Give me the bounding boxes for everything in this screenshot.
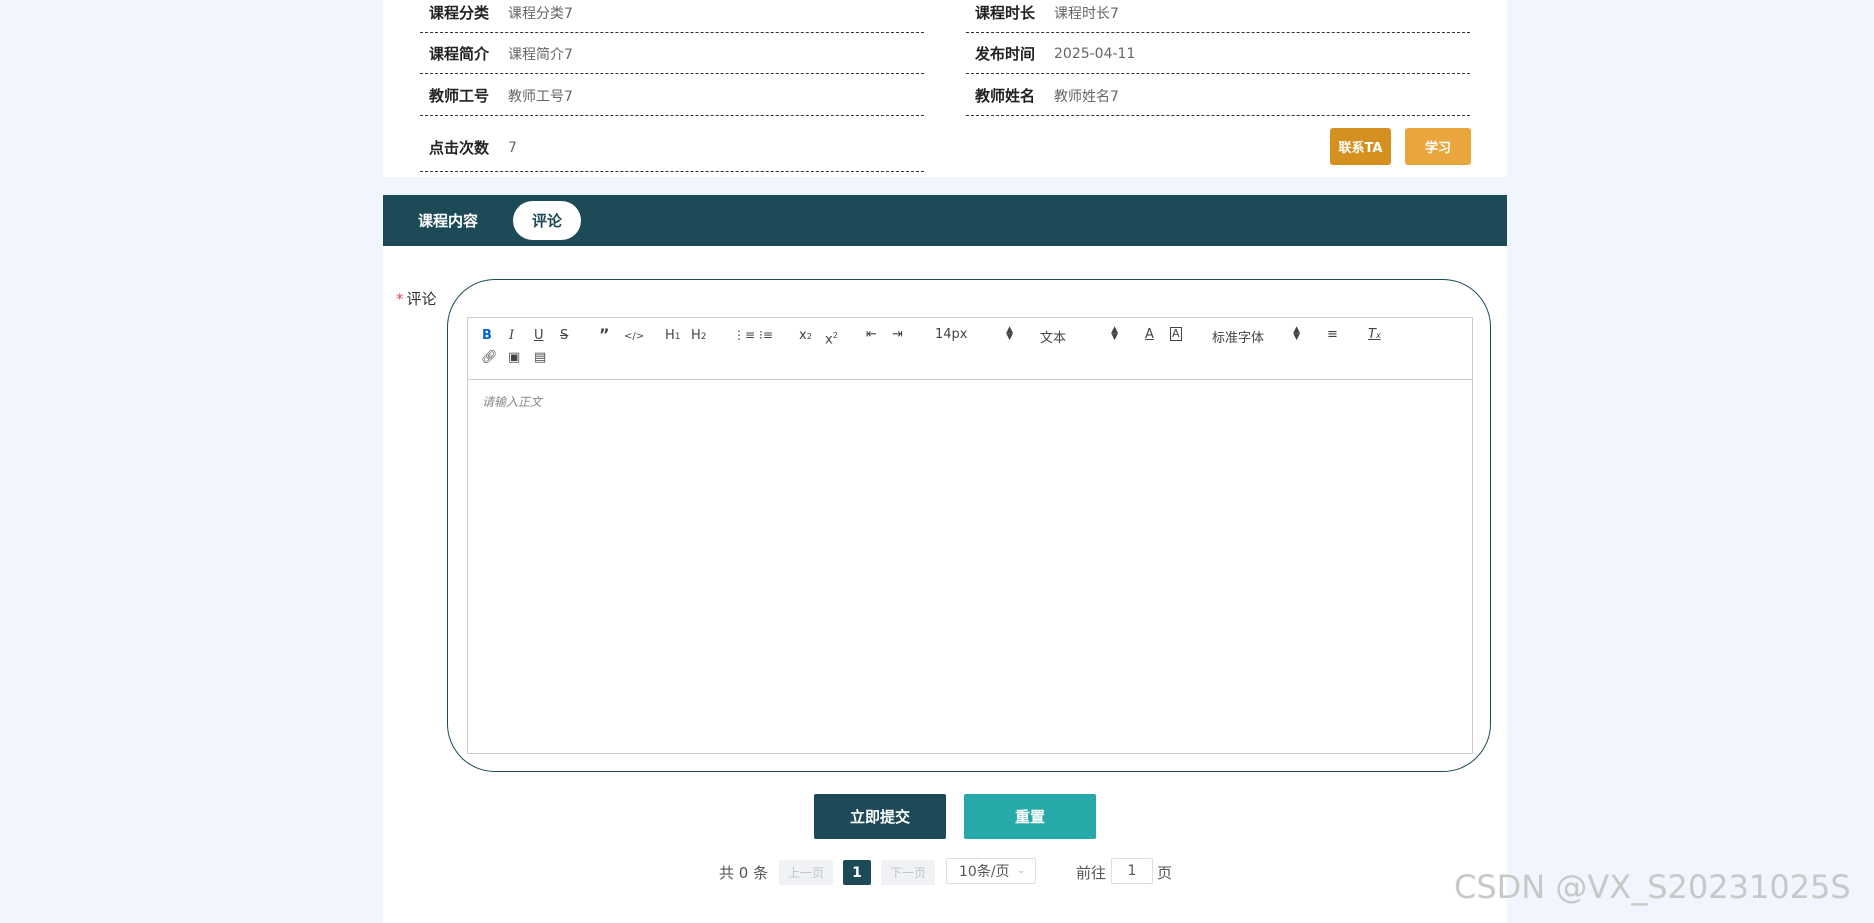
- info-value: 课程分类7: [508, 5, 573, 22]
- image-icon[interactable]: ▣: [508, 350, 520, 366]
- indent-icon[interactable]: ⇥: [892, 327, 903, 343]
- watermark: CSDN @VX_S20231025S: [1454, 868, 1851, 906]
- info-row-duration: 课程时长 课程时长7: [966, 0, 1470, 33]
- tab-comments[interactable]: 评论: [513, 201, 581, 240]
- bullet-list-icon[interactable]: ⁝≡: [759, 327, 773, 343]
- info-row-teacher-id: 教师工号 教师工号7: [420, 76, 924, 116]
- rich-text-editor: B I U S ” </> H1 H2 ⋮≡ ⁝≡ x2 x2 ⇤ ⇥ 14px…: [467, 317, 1473, 754]
- italic-icon[interactable]: I: [509, 328, 514, 344]
- info-label: 发布时间: [975, 45, 1036, 63]
- reset-button[interactable]: 重置: [964, 794, 1096, 839]
- goto-suffix: 页: [1157, 864, 1173, 882]
- submit-button[interactable]: 立即提交: [814, 794, 946, 839]
- bold-icon[interactable]: B: [482, 328, 492, 344]
- header-value: 文本: [1040, 331, 1067, 346]
- code-block-icon[interactable]: </>: [624, 329, 644, 345]
- current-page[interactable]: 1: [843, 860, 871, 885]
- subscript-icon[interactable]: x2: [799, 328, 812, 345]
- font-family-picker[interactable]: 标准字体 ▲ ▼: [1212, 325, 1300, 347]
- header-picker[interactable]: 文本 ▲ ▼: [1040, 325, 1118, 347]
- pagination-total: 共 0 条: [719, 864, 769, 882]
- info-value: 2025-04-11: [1054, 45, 1136, 62]
- course-info: 课程分类 课程分类7 课程简介 课程简介7 教师工号 教师工号7 点击次数 7 …: [383, 0, 1507, 177]
- chevron-updown-icon: ▲ ▼: [1111, 325, 1118, 342]
- comment-label: * 评论: [396, 288, 437, 309]
- clean-icon[interactable]: Tx: [1368, 327, 1381, 344]
- page-size-value: 10条/页: [959, 864, 1010, 880]
- next-page-button[interactable]: 下一页: [881, 860, 935, 885]
- info-value: 7: [508, 139, 517, 156]
- info-value: 教师姓名7: [1054, 88, 1119, 105]
- video-icon[interactable]: ▤: [534, 350, 546, 366]
- tab-bar: 课程内容 评论: [383, 195, 1507, 246]
- underline-icon[interactable]: U: [534, 328, 544, 344]
- info-value: 课程时长7: [1054, 5, 1119, 22]
- tab-course-content[interactable]: 课程内容: [403, 201, 493, 240]
- info-value: 教师工号7: [508, 88, 573, 105]
- main-panel: 课程分类 课程分类7 课程简介 课程简介7 教师工号 教师工号7 点击次数 7 …: [383, 0, 1507, 923]
- info-label: 课程简介: [429, 45, 490, 63]
- required-mark: *: [396, 290, 404, 308]
- font-size-value: 14px: [935, 327, 968, 342]
- info-label: 课程分类: [429, 4, 490, 22]
- h1-icon[interactable]: H1: [665, 328, 681, 345]
- ordered-list-icon[interactable]: ⋮≡: [733, 327, 755, 343]
- info-value: 课程简介7: [508, 46, 573, 63]
- align-icon[interactable]: ≡: [1327, 327, 1338, 343]
- info-row-category: 课程分类 课程分类7: [420, 0, 924, 33]
- h2-icon[interactable]: H2: [691, 328, 707, 345]
- blockquote-icon[interactable]: ”: [599, 327, 610, 343]
- info-row-teacher-name: 教师姓名 教师姓名7: [966, 76, 1470, 116]
- info-label: 教师姓名: [975, 87, 1036, 105]
- chevron-updown-icon: ▲ ▼: [1293, 325, 1300, 342]
- link-icon[interactable]: 🔗︎: [481, 350, 498, 366]
- contact-button[interactable]: 联系TA: [1330, 128, 1391, 165]
- info-label: 课程时长: [975, 4, 1036, 22]
- info-row-clicks: 点击次数 7: [420, 124, 924, 172]
- editor-toolbar: B I U S ” </> H1 H2 ⋮≡ ⁝≡ x2 x2 ⇤ ⇥ 14px…: [468, 318, 1472, 380]
- page-size-select[interactable]: 10条/页 ⌄: [946, 858, 1036, 884]
- section-divider: [383, 177, 1507, 195]
- font-color-icon[interactable]: A: [1145, 327, 1154, 343]
- outdent-icon[interactable]: ⇤: [866, 327, 877, 343]
- study-button[interactable]: 学习: [1405, 128, 1471, 165]
- font-size-picker[interactable]: 14px ▲ ▼: [935, 325, 1013, 343]
- comment-label-text: 评论: [406, 290, 437, 308]
- prev-page-button[interactable]: 上一页: [779, 860, 833, 885]
- goto-prefix: 前往: [1076, 864, 1107, 882]
- strike-icon[interactable]: S: [560, 328, 568, 344]
- background-color-icon[interactable]: A: [1170, 327, 1182, 341]
- font-family-value: 标准字体: [1212, 331, 1265, 346]
- editor-placeholder[interactable]: 请输入正文: [482, 393, 542, 410]
- info-label: 教师工号: [429, 87, 490, 105]
- info-label: 点击次数: [429, 139, 490, 157]
- chevron-updown-icon: ▲ ▼: [1006, 325, 1013, 342]
- chevron-down-icon: ⌄: [1017, 866, 1026, 876]
- info-row-publish-time: 发布时间 2025-04-11: [966, 34, 1470, 74]
- goto-page-input[interactable]: 1: [1111, 858, 1153, 884]
- superscript-icon[interactable]: x2: [825, 328, 838, 348]
- info-row-intro: 课程简介 课程简介7: [420, 34, 924, 74]
